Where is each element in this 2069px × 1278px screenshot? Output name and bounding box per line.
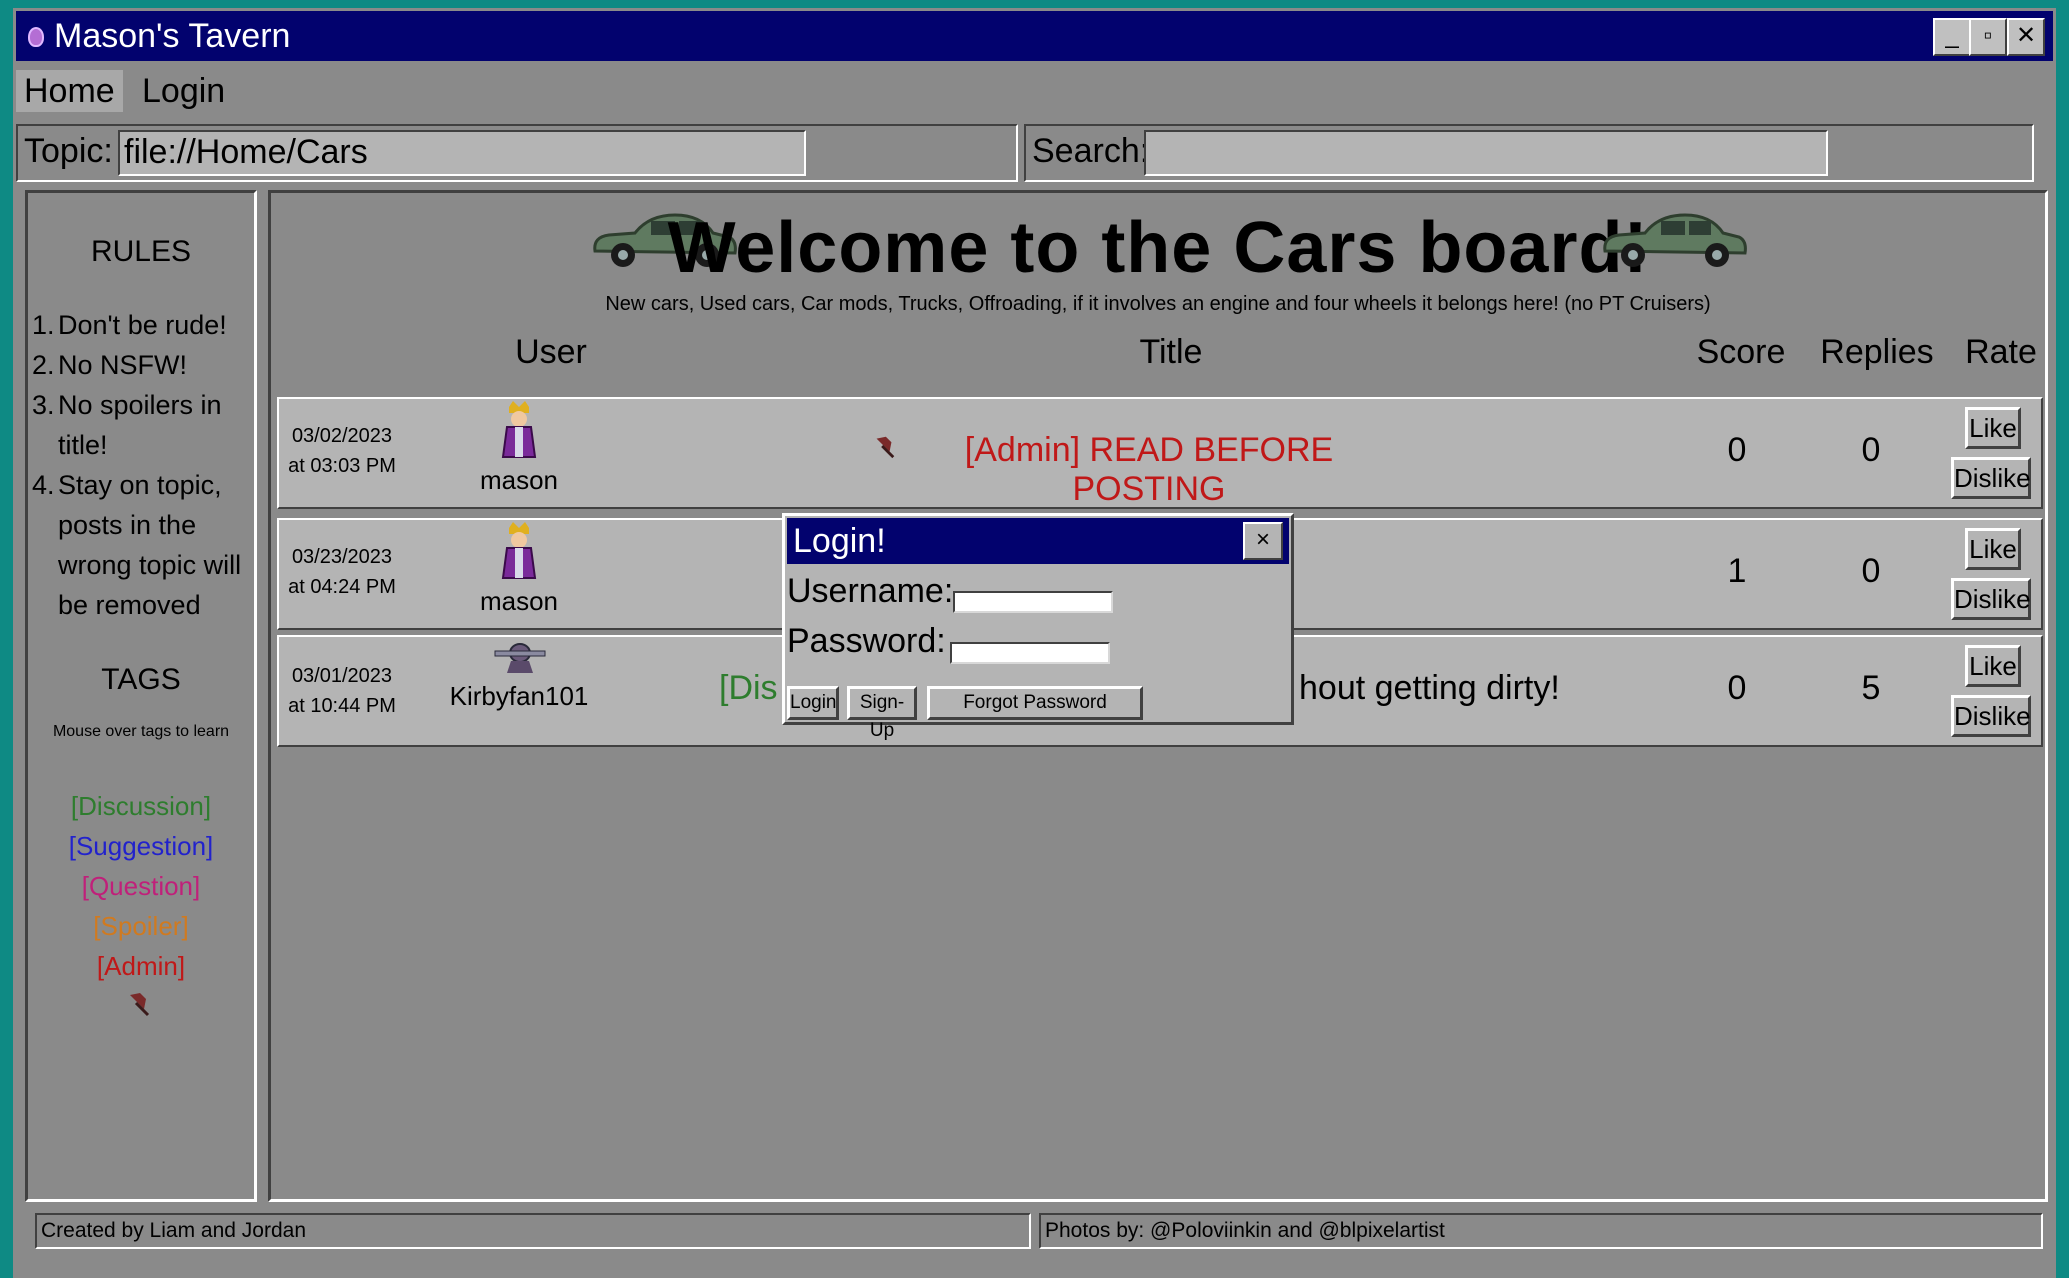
rule-item: 2. No NSFW! <box>32 350 188 380</box>
rule-item: 3. No spoilers in title! <box>32 390 222 460</box>
title-bar[interactable]: Mason's Tavern _ ▫ ✕ <box>16 11 2053 61</box>
login-dialog-titlebar[interactable]: Login! × <box>787 518 1289 564</box>
password-label: Password: <box>787 622 946 660</box>
post-username[interactable]: mason <box>419 465 619 496</box>
login-dialog-title: Login! <box>793 522 886 560</box>
login-dialog: Login! × Username: Password: Login Sign-… <box>782 513 1294 741</box>
board-subtitle: New cars, Used cars, Car mods, Trucks, O… <box>605 293 1711 315</box>
post-score: 0 <box>1727 431 1747 469</box>
dislike-button[interactable]: Dislike <box>1951 578 2031 620</box>
post-score: 1 <box>1727 552 1747 590</box>
credits-status: Created by Liam and Jordan <box>35 1213 1031 1249</box>
post-title-tag[interactable]: [Dis <box>719 669 789 708</box>
post-replies: 0 <box>1861 431 1881 469</box>
maximize-button[interactable]: ▫ <box>1969 18 2007 56</box>
post-replies: 0 <box>1861 552 1881 590</box>
topic-bar: Topic: file://Home/Cars <box>16 124 1018 182</box>
credits-text: Created by Liam and Jordan <box>41 1219 306 1242</box>
tags-note: Mouse over tags to learn <box>52 723 230 740</box>
app-window: Mason's Tavern _ ▫ ✕ Home Login Topic: f… <box>13 8 2056 1278</box>
menu-bar: Home Login <box>16 64 2053 118</box>
login-submit-button[interactable]: Login <box>787 686 839 720</box>
knight-avatar-icon <box>494 643 546 673</box>
king-avatar-icon <box>501 522 537 579</box>
photos-status: Photos by: @Poloviinkin and @blpixelarti… <box>1039 1213 2043 1249</box>
sidebar: RULES 1. Don't be rude! 2. No NSFW! 3. No s… <box>25 190 257 1202</box>
topic-input[interactable]: file://Home/Cars <box>118 130 806 176</box>
close-button[interactable]: ✕ <box>2007 18 2045 56</box>
search-input[interactable] <box>1144 130 1828 176</box>
column-replies: Replies <box>1820 333 1934 371</box>
column-rate: Rate <box>1965 333 2037 371</box>
post-date: 03/23/2023 at 04:24 PM <box>288 546 396 598</box>
login-dialog-close-button[interactable]: × <box>1243 522 1283 560</box>
like-button[interactable]: Like <box>1965 645 2021 687</box>
tavern-app-icon <box>28 27 44 47</box>
pushpin-icon <box>876 436 895 459</box>
table-row[interactable]: 03/02/2023 at 03:03 PM mason [Admin] READ… <box>277 397 2043 509</box>
tag-suggestion[interactable]: [Suggestion] <box>28 831 254 862</box>
search-label: Search: <box>1032 132 1150 170</box>
username-label: Username: <box>787 572 954 610</box>
minimize-button[interactable]: _ <box>1933 18 1971 56</box>
post-score: 0 <box>1727 669 1747 707</box>
menu-home[interactable]: Home <box>16 70 123 112</box>
post-replies: 5 <box>1861 669 1881 707</box>
board-title: Welcome to the Cars board! <box>667 208 1649 288</box>
dislike-button[interactable]: Dislike <box>1951 695 2031 737</box>
forgot-password-button[interactable]: Forgot Password <box>927 686 1143 720</box>
rule-item: 1. Don't be rude! <box>32 310 227 340</box>
post-title[interactable]: [Admin] READ BEFORE POSTING <box>899 431 1399 509</box>
tag-spoiler[interactable]: [Spoiler] <box>28 911 254 942</box>
photos-credit-text: Photos by: @Poloviinkin and @blpixelarti… <box>1045 1219 1445 1242</box>
post-username[interactable]: mason <box>419 586 619 617</box>
car-icon <box>1603 213 1747 267</box>
pushpin-icon[interactable] <box>124 989 152 1017</box>
king-avatar-icon <box>501 401 537 458</box>
post-date: 03/01/2023 at 10:44 PM <box>288 665 396 717</box>
password-input[interactable] <box>950 642 1110 664</box>
rules-heading: RULES <box>90 235 192 268</box>
rules-list: 1. Don't be rude! 2. No NSFW! 3. No spoiler… <box>32 305 252 625</box>
topic-label: Topic: <box>24 132 113 170</box>
search-bar: Search: <box>1024 124 2034 182</box>
post-title[interactable]: hout getting dirty! <box>1299 669 1599 708</box>
menu-login[interactable]: Login <box>134 70 233 112</box>
like-button[interactable]: Like <box>1965 407 2021 449</box>
signup-button[interactable]: Sign-Up <box>847 686 917 741</box>
post-date: 03/02/2023 at 03:03 PM <box>288 425 396 477</box>
tags-heading: TAGS <box>101 663 181 696</box>
rule-item: 4. Stay on topic, posts in the wrong topi… <box>32 470 242 620</box>
window-title: Mason's Tavern <box>54 17 291 55</box>
column-user: User <box>515 333 587 371</box>
like-button[interactable]: Like <box>1965 528 2021 570</box>
dislike-button[interactable]: Dislike <box>1951 457 2031 499</box>
post-username[interactable]: Kirbyfan101 <box>419 681 619 712</box>
tag-admin[interactable]: [Admin] <box>28 951 254 982</box>
column-title: Title <box>1139 333 1203 371</box>
tag-discussion[interactable]: [Discussion] <box>28 791 254 822</box>
column-score: Score <box>1696 333 1786 371</box>
username-input[interactable] <box>953 591 1113 613</box>
tag-question[interactable]: [Question] <box>28 871 254 902</box>
